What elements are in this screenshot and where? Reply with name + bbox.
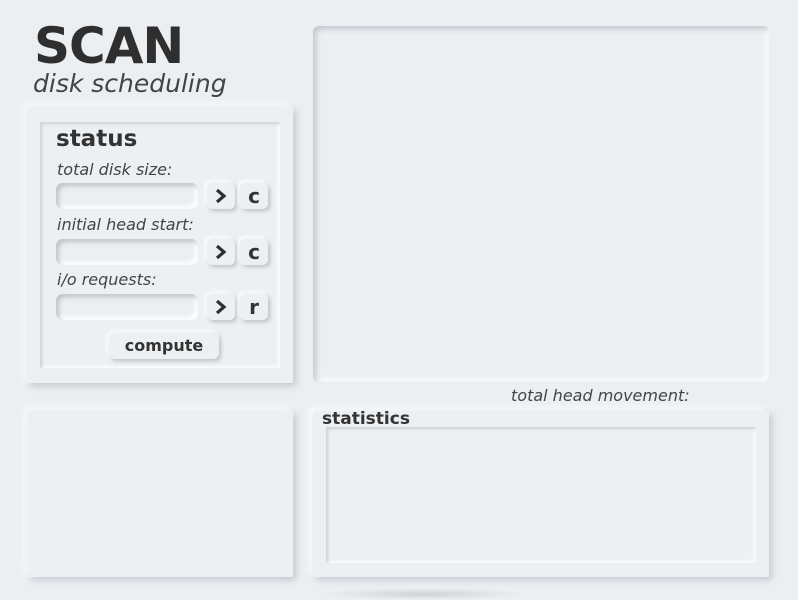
statistics-content: [326, 427, 756, 563]
total-head-movement-label: total head movement:: [511, 386, 690, 405]
chevron-right-icon: [215, 188, 227, 204]
io-requests-label: i/o requests:: [57, 270, 157, 289]
empty-panel: [28, 411, 293, 577]
app-title: SCAN: [34, 17, 184, 75]
head-start-label: initial head start:: [57, 215, 194, 234]
disk-size-label: total disk size:: [57, 160, 173, 179]
status-heading: status: [56, 126, 138, 152]
disk-size-submit-button[interactable]: [207, 183, 235, 209]
disk-size-field[interactable]: [56, 183, 198, 209]
io-requests-submit-button[interactable]: [207, 294, 235, 320]
decorative-shadow: [318, 588, 528, 600]
disk-size-input[interactable]: [56, 183, 198, 209]
chevron-right-icon: [215, 299, 227, 315]
io-requests-input[interactable]: [56, 294, 198, 320]
head-start-submit-button[interactable]: [207, 239, 235, 265]
io-requests-field[interactable]: [56, 294, 198, 320]
chevron-right-icon: [215, 244, 227, 260]
statistics-heading: statistics: [322, 409, 410, 429]
disk-size-clear-button[interactable]: c: [240, 183, 268, 209]
head-start-field[interactable]: [56, 239, 198, 265]
compute-button[interactable]: compute: [109, 333, 219, 359]
head-start-input[interactable]: [56, 239, 198, 265]
head-start-clear-button[interactable]: c: [240, 239, 268, 265]
visualization-canvas: [313, 26, 769, 382]
app-subtitle: disk scheduling: [33, 69, 227, 98]
io-requests-reset-button[interactable]: r: [240, 294, 268, 320]
